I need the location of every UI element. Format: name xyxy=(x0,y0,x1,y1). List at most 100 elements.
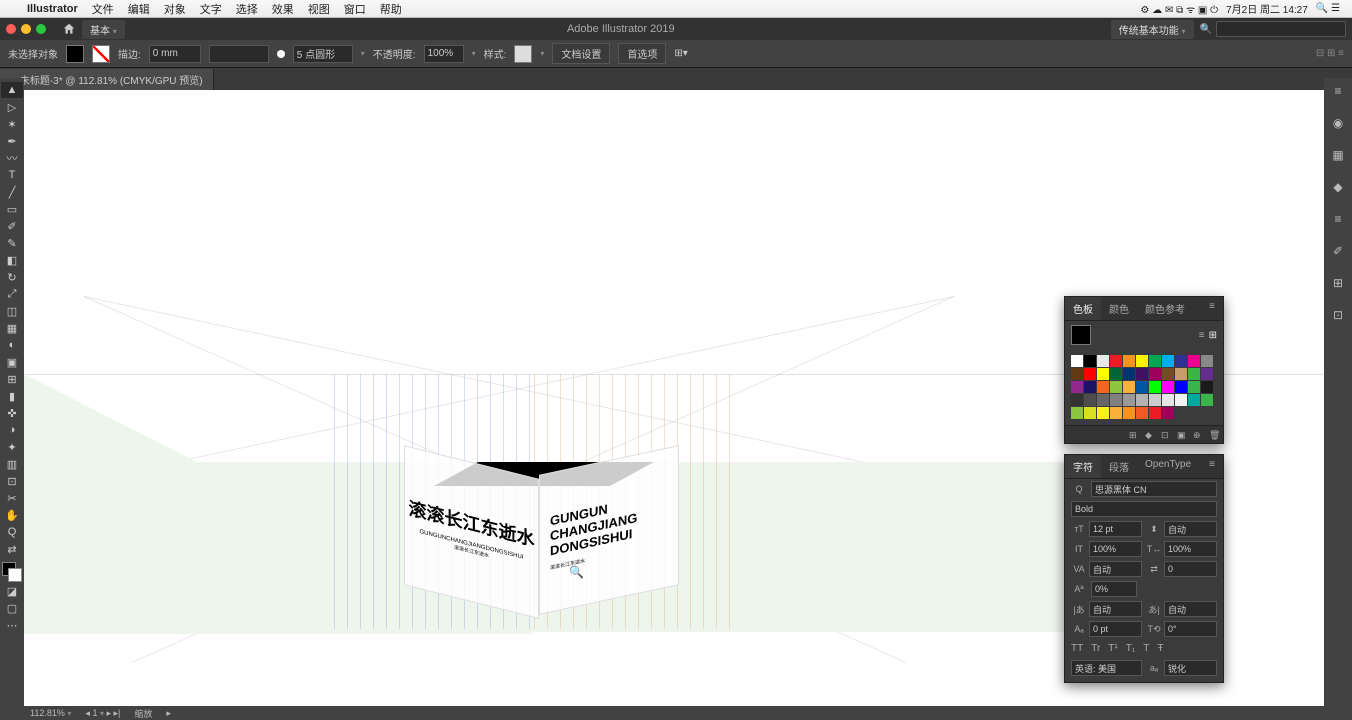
zoom-tool[interactable]: Q xyxy=(1,524,23,540)
color-mode-icon[interactable]: ◪ xyxy=(1,583,23,599)
swatch[interactable] xyxy=(1110,381,1122,393)
swatch[interactable] xyxy=(1084,394,1096,406)
swatch[interactable] xyxy=(1084,407,1096,419)
smallcaps-button[interactable]: Tr xyxy=(1091,643,1100,654)
rotate-tool[interactable]: ↻ xyxy=(1,269,23,285)
swatch[interactable] xyxy=(1123,407,1135,419)
artboard-tool[interactable]: ⊡ xyxy=(1,473,23,489)
swatches-panel[interactable]: 色板 颜色 颜色参考 ≡ ≡ ⊞ ⊞ ◆ ⊡ ▣ ⊕ 🗑 xyxy=(1064,296,1224,444)
swatch[interactable] xyxy=(1188,355,1200,367)
swatch[interactable] xyxy=(1110,355,1122,367)
vscale-input[interactable]: 100% xyxy=(1089,541,1142,557)
document-tab[interactable]: ×未标题-3* @ 112.81% (CMYK/GPU 预览) xyxy=(0,69,214,90)
eraser-tool[interactable]: ◧ xyxy=(1,252,23,268)
status-more-icon[interactable]: ▸ xyxy=(166,708,171,719)
font-size-input[interactable]: 12 pt xyxy=(1089,521,1142,537)
color-tab[interactable]: 颜色 xyxy=(1101,297,1137,320)
arrange-dropdown[interactable]: 基本 ▾ xyxy=(82,20,125,39)
brush-profile-dropdown[interactable]: 5 点圆形 xyxy=(293,45,353,63)
gradient-tool[interactable]: ▮ xyxy=(1,388,23,404)
fill-swatch[interactable] xyxy=(66,45,84,63)
swatch[interactable] xyxy=(1071,394,1083,406)
edit-toolbar-icon[interactable]: ⋯ xyxy=(1,617,23,633)
swatch[interactable] xyxy=(1149,381,1161,393)
zoom-level[interactable]: 112.81% ▾ xyxy=(30,708,71,718)
swatch[interactable] xyxy=(1071,407,1083,419)
swatch[interactable] xyxy=(1097,394,1109,406)
swatch[interactable] xyxy=(1084,355,1096,367)
menu-effect[interactable]: 效果 xyxy=(265,1,301,17)
swatch[interactable] xyxy=(1162,381,1174,393)
paragraph-tab[interactable]: 段落 xyxy=(1101,455,1137,478)
line-tool[interactable]: ╱ xyxy=(1,184,23,200)
swatch[interactable] xyxy=(1149,407,1161,419)
stroke-swatch[interactable] xyxy=(92,45,110,63)
status-icons[interactable]: ⚙ ☁ ✉ ⧉ ᯤ ▣ ⏻ xyxy=(1136,2,1222,16)
slice-tool[interactable]: ✂ xyxy=(1,490,23,506)
aki-left-input[interactable]: 自动 xyxy=(1089,601,1142,617)
swatch[interactable] xyxy=(1162,394,1174,406)
paintbrush-tool[interactable]: ✐ xyxy=(1,218,23,234)
type-tool[interactable]: T xyxy=(1,167,23,183)
free-transform-tool[interactable]: ▦ xyxy=(1,320,23,336)
swatch[interactable] xyxy=(1110,407,1122,419)
selection-tool[interactable]: ▲ xyxy=(1,82,23,98)
swatch[interactable] xyxy=(1175,381,1187,393)
swatch[interactable] xyxy=(1097,407,1109,419)
width-tool[interactable]: ◫ xyxy=(1,303,23,319)
baseline-shift-input[interactable]: 0 pt xyxy=(1089,621,1142,637)
brushes-panel-icon[interactable]: ✐ xyxy=(1329,242,1347,260)
swatch[interactable] xyxy=(1136,381,1148,393)
swatch[interactable] xyxy=(1084,381,1096,393)
artboard-nav[interactable]: ◂ 1 ▾ ▸ ▸| xyxy=(85,708,120,719)
swatch[interactable] xyxy=(1175,355,1187,367)
rectangle-tool[interactable]: ▭ xyxy=(1,201,23,217)
swatch[interactable] xyxy=(1201,381,1213,393)
swatch-kind-icon[interactable]: ◆ xyxy=(1145,430,1155,440)
swatch-library-icon[interactable]: ⊞ xyxy=(1129,430,1139,440)
stroke-panel-icon[interactable]: ≡ xyxy=(1329,210,1347,228)
layers-panel-icon[interactable]: ◆ xyxy=(1329,178,1347,196)
tracking-input[interactable]: 0 xyxy=(1164,561,1217,577)
menu-select[interactable]: 选择 xyxy=(229,1,265,17)
font-weight-select[interactable]: Bold xyxy=(1071,501,1217,517)
swatch[interactable] xyxy=(1097,355,1109,367)
swatch[interactable] xyxy=(1201,355,1213,367)
swatch[interactable] xyxy=(1162,407,1174,419)
symbols-panel-icon[interactable]: ⊞ xyxy=(1329,274,1347,292)
swatch[interactable] xyxy=(1084,368,1096,380)
swatch[interactable] xyxy=(1162,355,1174,367)
swatch[interactable] xyxy=(1149,355,1161,367)
swatch[interactable] xyxy=(1110,394,1122,406)
hscale-input[interactable]: 100% xyxy=(1164,541,1217,557)
search-icon[interactable]: 🔍 xyxy=(1200,24,1212,35)
swatch[interactable] xyxy=(1123,368,1135,380)
superscript-button[interactable]: T¹ xyxy=(1108,643,1117,654)
swatch[interactable] xyxy=(1110,368,1122,380)
properties-panel-icon[interactable]: ≡ xyxy=(1329,82,1347,100)
scale-tool[interactable]: ⤢ xyxy=(1,286,23,302)
swatch[interactable] xyxy=(1175,394,1187,406)
pencil-tool[interactable]: ✎ xyxy=(1,235,23,251)
new-color-group-icon[interactable]: ▣ xyxy=(1177,430,1187,440)
swatch[interactable] xyxy=(1149,368,1161,380)
swatch[interactable] xyxy=(1071,381,1083,393)
delete-swatch-icon[interactable]: 🗑 xyxy=(1209,430,1219,440)
leading-input[interactable]: 自动 xyxy=(1164,521,1217,537)
antialias-select[interactable]: 锐化 xyxy=(1164,660,1217,676)
underline-button[interactable]: T xyxy=(1143,643,1149,654)
swatches-tab[interactable]: 色板 xyxy=(1065,297,1101,320)
stroke-dash-input[interactable] xyxy=(209,45,269,63)
control-opt-icon[interactable]: ⊟ ⊞ ≡ xyxy=(1316,48,1344,59)
swatch[interactable] xyxy=(1123,381,1135,393)
fill-stroke-indicator[interactable] xyxy=(2,562,22,582)
workspace-selector[interactable]: 传统基本功能 ▾ xyxy=(1111,20,1194,39)
document-setup-button[interactable]: 文档设置 xyxy=(552,43,610,64)
swatch[interactable] xyxy=(1188,381,1200,393)
preferences-button[interactable]: 首选项 xyxy=(618,43,666,64)
mesh-tool[interactable]: ⊞ xyxy=(1,371,23,387)
menu-file[interactable]: 文件 xyxy=(85,1,121,17)
direct-selection-tool[interactable]: ▷ xyxy=(1,99,23,115)
swatch[interactable] xyxy=(1097,381,1109,393)
current-fill-swatch[interactable] xyxy=(1071,325,1091,345)
